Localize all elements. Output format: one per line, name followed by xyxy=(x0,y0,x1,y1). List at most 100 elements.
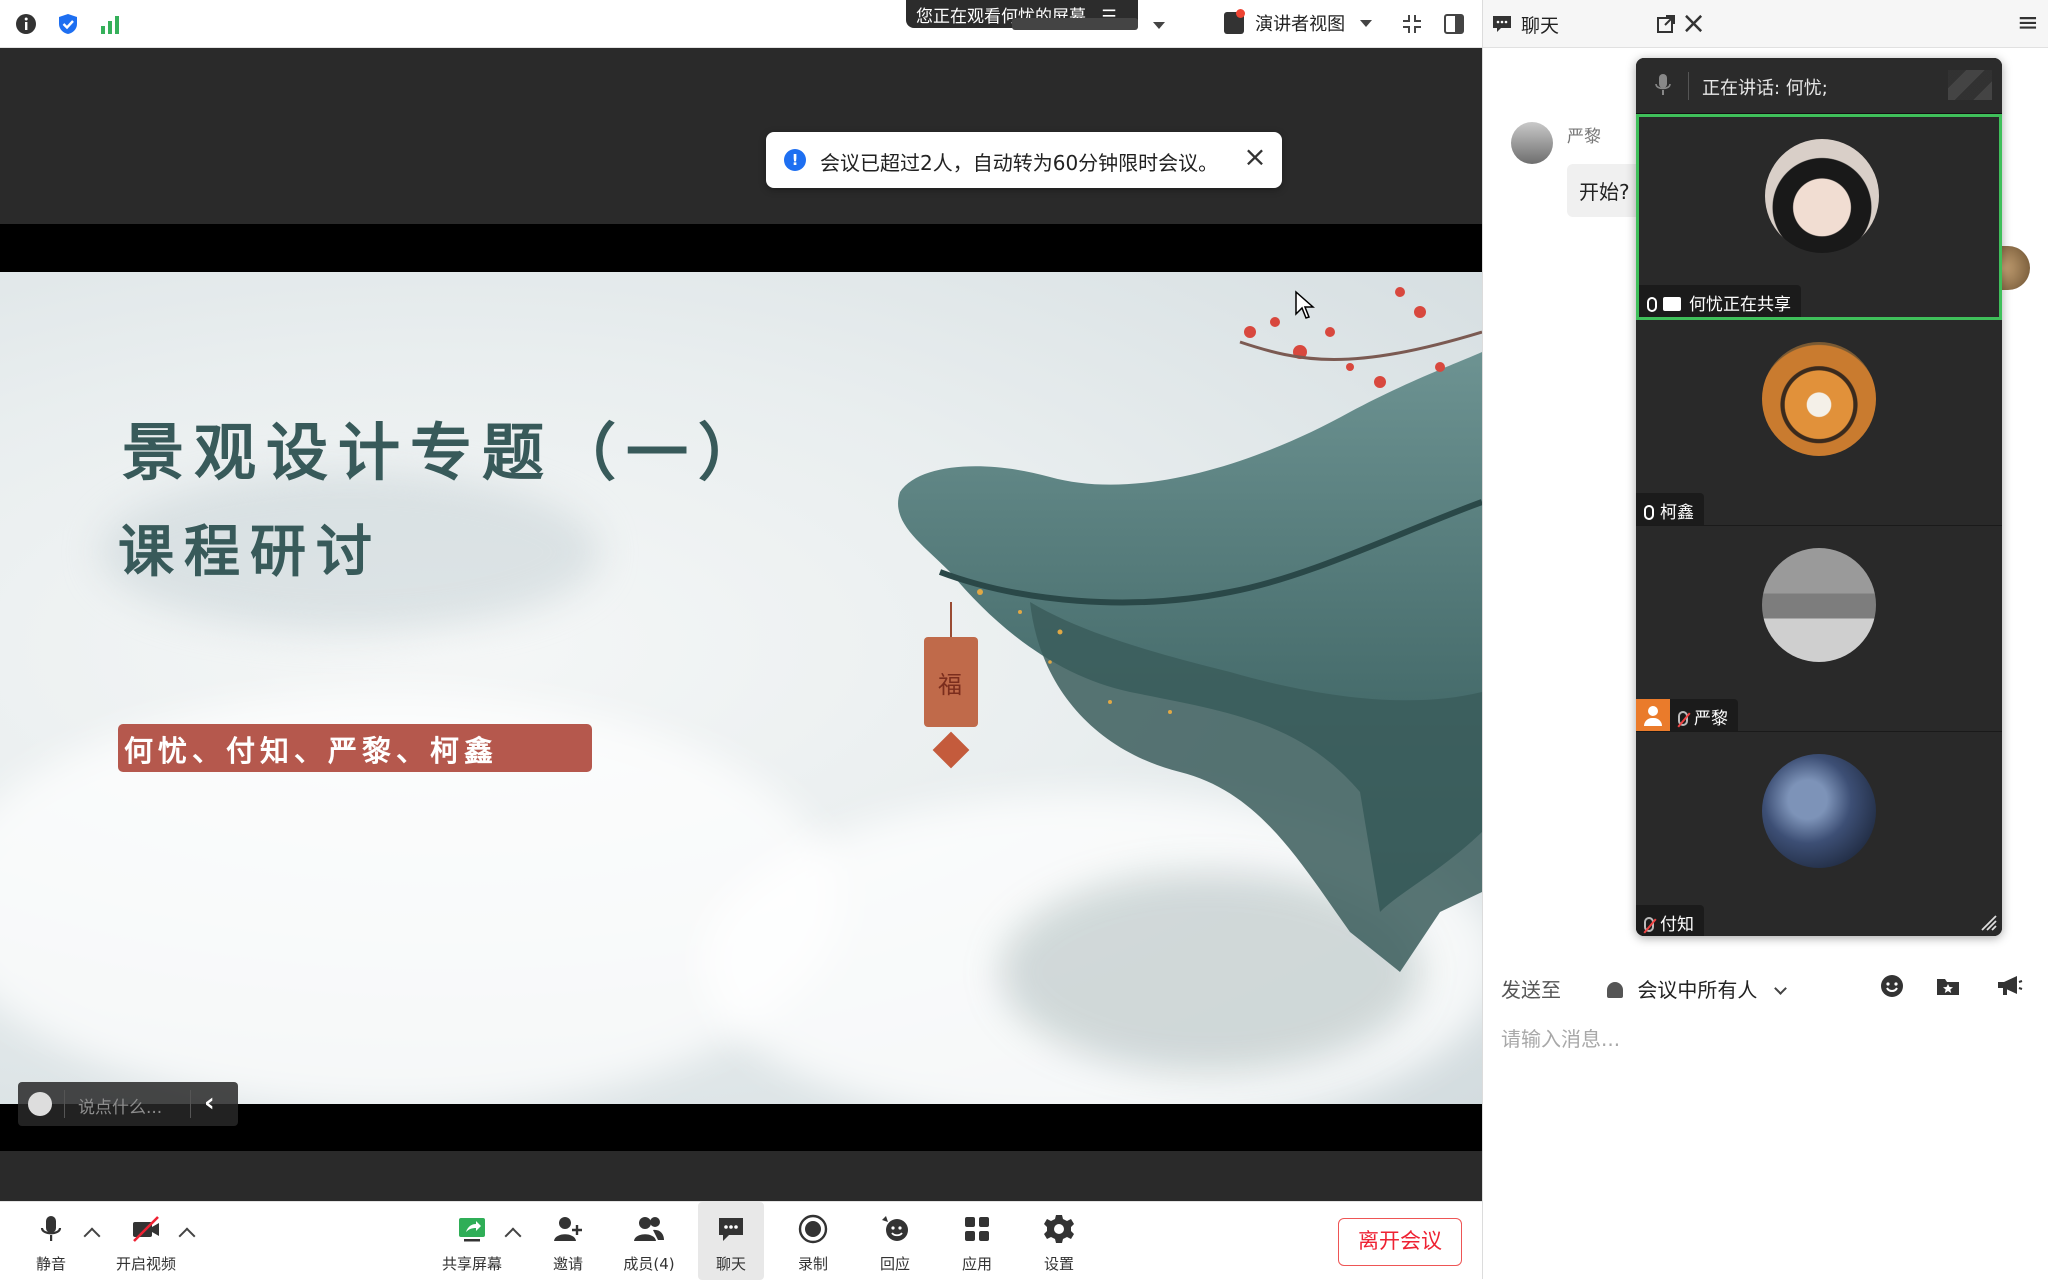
participant-label: 何忧正在共享 xyxy=(1639,285,1801,317)
record-button[interactable]: 录制 xyxy=(780,1202,846,1280)
signal-bars-icon[interactable] xyxy=(98,12,122,36)
person-icon xyxy=(1636,699,1670,731)
invite-label: 邀请 xyxy=(552,1255,583,1273)
send-to-target-label: 会议中所有人 xyxy=(1637,978,1758,1002)
quick-comment-bar[interactable]: 说点什么... ‹ xyxy=(18,1082,238,1126)
apps-label: 应用 xyxy=(961,1255,992,1273)
members-label: 成员(4) xyxy=(623,1255,675,1273)
gear-icon xyxy=(1044,1215,1074,1243)
chat-icon xyxy=(1493,16,1511,32)
settings-label: 设置 xyxy=(1043,1255,1074,1273)
microphone-muted-icon xyxy=(1678,711,1688,726)
avatar xyxy=(1511,122,1553,164)
emoji-icon[interactable] xyxy=(1879,973,1905,999)
chevron-up-icon[interactable] xyxy=(178,1227,196,1245)
microphone-icon xyxy=(1655,74,1671,95)
slide-subtitle: 课程研讨 xyxy=(118,519,382,585)
resize-handle-icon[interactable] xyxy=(1978,912,1998,932)
participant-name: 付知 xyxy=(1660,915,1694,935)
add-person-icon xyxy=(554,1217,582,1241)
send-to-row: 发送至 会议中所有人 xyxy=(1483,958,2048,1014)
participant-tile[interactable]: 付知 xyxy=(1636,732,2002,936)
microphone-icon xyxy=(1647,297,1657,312)
avatar xyxy=(1762,754,1876,868)
mute-label: 静音 xyxy=(35,1255,66,1273)
close-icon[interactable]: × xyxy=(1240,142,1270,172)
lantern-character: 福 xyxy=(938,671,962,699)
presenter-names: 何忧、付知、严黎、柯鑫 xyxy=(118,724,592,772)
view-mode-label: 演讲者视图 xyxy=(1255,14,1346,35)
send-to-selector[interactable]: 会议中所有人 xyxy=(1607,974,1787,1003)
lantern-string xyxy=(950,602,952,637)
comment-placeholder[interactable]: 说点什么... xyxy=(78,1093,162,1118)
message-sender: 严黎 xyxy=(1567,127,1601,147)
reactions-button[interactable]: 回应 xyxy=(862,1202,928,1280)
mute-button[interactable]: 静音 xyxy=(18,1202,84,1280)
start-video-label: 开启视频 xyxy=(115,1255,176,1273)
members-icon xyxy=(634,1217,664,1241)
chat-title: 聊天 xyxy=(1521,15,1560,37)
screen-share-icon xyxy=(1663,297,1681,311)
view-mode-dropdown[interactable]: 演讲者视图 xyxy=(1224,9,1373,36)
shared-screen-area: 福 景观设计专题（一） 课程研讨 何忧、付知、严黎、柯鑫 ! 会议已超过2人，自… xyxy=(0,48,1482,1201)
participant-label: 柯鑫 xyxy=(1636,493,1704,525)
participant-tile[interactable]: 何忧正在共享 xyxy=(1636,114,2002,320)
avatar xyxy=(1762,548,1876,662)
mouse-cursor-icon xyxy=(1295,290,1315,319)
person-icon xyxy=(1607,982,1623,998)
send-to-label: 发送至 xyxy=(1501,978,1561,1002)
apps-grid-icon xyxy=(965,1217,989,1241)
chat-button[interactable]: 聊天 xyxy=(698,1202,764,1280)
info-icon: ! xyxy=(784,149,806,171)
invite-button[interactable]: 邀请 xyxy=(535,1202,601,1280)
chevron-up-icon[interactable] xyxy=(83,1227,101,1245)
shield-icon[interactable] xyxy=(56,12,80,36)
pop-out-icon[interactable] xyxy=(1655,13,1677,35)
microphone-muted-icon xyxy=(1644,917,1654,932)
exit-fullscreen-icon[interactable] xyxy=(1400,12,1424,36)
speaker-view-icon xyxy=(1224,9,1245,34)
chevron-down-icon xyxy=(1360,19,1373,27)
apps-button[interactable]: 应用 xyxy=(944,1202,1010,1280)
reactions-label: 回应 xyxy=(879,1255,910,1273)
video-gallery-panel[interactable]: 正在讲话: 何忧; 何忧正在共享 柯鑫 严黎 付知 xyxy=(1636,58,2002,936)
reaction-icon xyxy=(882,1216,908,1241)
participant-label: 付知 xyxy=(1636,905,1704,936)
meeting-toolbar: 静音 开启视频 共享屏幕 邀请 成员(4) 聊天 录制 回应 应用 设置 离开会… xyxy=(0,1201,1482,1280)
message-input[interactable] xyxy=(1501,1022,2021,1056)
share-screen-button[interactable]: 共享屏幕 xyxy=(439,1202,505,1280)
close-icon[interactable]: × xyxy=(1681,6,1706,41)
side-panel-toggle-icon[interactable] xyxy=(1442,12,1466,36)
speaking-indicator-bar: 正在讲话: 何忧; xyxy=(1636,58,2002,114)
megaphone-icon[interactable] xyxy=(1995,973,2023,999)
video-off-icon xyxy=(133,1216,159,1242)
participant-name: 何忧正在共享 xyxy=(1689,295,1791,315)
settings-button[interactable]: 设置 xyxy=(1026,1202,1092,1280)
letterbox-top xyxy=(0,224,1482,272)
avatar xyxy=(1765,139,1879,253)
info-icon[interactable] xyxy=(14,12,38,36)
lantern-decoration: 福 xyxy=(924,637,978,727)
leave-meeting-button[interactable]: 离开会议 xyxy=(1338,1218,1462,1266)
members-button[interactable]: 成员(4) xyxy=(616,1202,682,1280)
chevron-left-icon[interactable]: ‹ xyxy=(204,1088,215,1118)
participant-label: 严黎 xyxy=(1636,699,1738,731)
participant-name: 严黎 xyxy=(1694,709,1728,729)
speaking-text: 正在讲话: 何忧; xyxy=(1702,78,1828,99)
chat-label: 聊天 xyxy=(715,1255,746,1273)
chat-header: 聊天 × ≡ xyxy=(1483,0,2048,48)
time-limit-notice: ! 会议已超过2人，自动转为60分钟限时会议。 × xyxy=(766,132,1282,188)
meeting-top-bar: 您正在观看何忧的屏幕 ☰ 演讲者视图 xyxy=(0,0,1482,48)
chevron-down-icon xyxy=(1153,22,1166,29)
start-video-button[interactable]: 开启视频 xyxy=(113,1202,179,1280)
participant-tile[interactable]: 柯鑫 xyxy=(1636,320,2002,526)
emoji-icon[interactable] xyxy=(28,1092,52,1116)
file-folder-icon[interactable] xyxy=(1935,973,1961,999)
hamburger-menu-icon[interactable]: ≡ xyxy=(2017,8,2039,38)
chevron-up-icon[interactable] xyxy=(504,1227,522,1245)
chevron-down-icon xyxy=(1773,982,1787,995)
drag-handle-icon[interactable] xyxy=(1948,70,1992,100)
microphone-icon xyxy=(1644,505,1654,520)
participant-tile[interactable]: 严黎 xyxy=(1636,526,2002,732)
meeting-timer-dropdown[interactable] xyxy=(1012,12,1172,36)
